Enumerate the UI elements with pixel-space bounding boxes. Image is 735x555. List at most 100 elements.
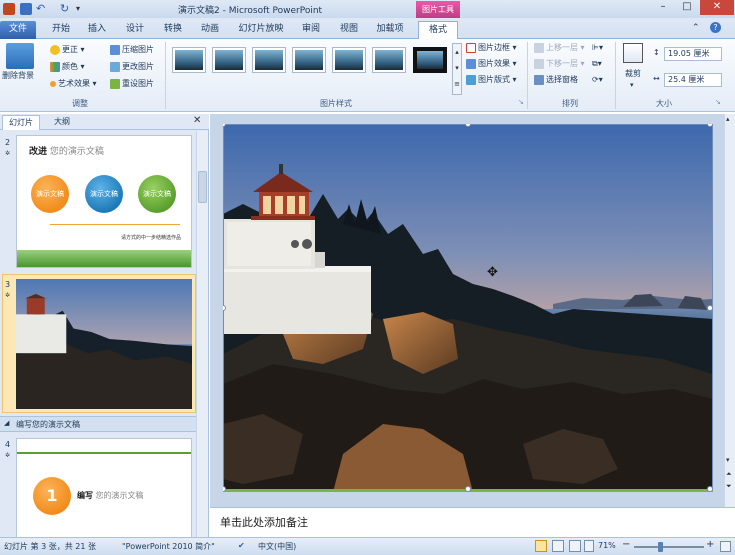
send-backward-button[interactable]: 下移一层 ▾	[534, 57, 585, 71]
picture-style-3[interactable]	[252, 47, 286, 73]
tab-insert[interactable]: 插入	[84, 21, 110, 39]
scroll-down-icon[interactable]: ▾	[726, 456, 730, 464]
slide-canvas[interactable]: ✥	[223, 124, 713, 492]
slide2-title-rest: 您的演示文稿	[47, 147, 104, 157]
reset-picture-button[interactable]: 重设图片	[110, 77, 154, 91]
section-header[interactable]: ◢ 编写您的演示文稿	[0, 416, 196, 432]
panel-tabs: 幻灯片 大纲 ✕	[0, 114, 209, 130]
slide-thumbnail-2[interactable]: 改进 您的演示文稿 演示文稿 演示文稿 演示文稿 请方式的中一步结精选作品	[16, 135, 192, 268]
tab-outline[interactable]: 大纲	[48, 115, 76, 130]
tab-review[interactable]: 审阅	[298, 21, 324, 39]
reading-view-icon[interactable]	[569, 540, 581, 552]
zoom-level[interactable]: 71%	[598, 541, 616, 550]
close-panel-icon[interactable]: ✕	[193, 115, 201, 126]
tab-transitions[interactable]: 转换	[160, 21, 186, 39]
resize-handle-se[interactable]	[707, 486, 713, 492]
zoom-slider-thumb[interactable]	[658, 542, 663, 552]
bring-forward-button[interactable]: 上移一层 ▾	[534, 41, 585, 55]
height-field[interactable]: 19.05 厘米	[664, 47, 722, 61]
slide2-circle-orange: 演示文稿	[31, 175, 69, 213]
picture-layout-button[interactable]: 图片版式 ▾	[466, 73, 517, 87]
rotate-icon[interactable]: ⟳▾	[592, 73, 603, 87]
tab-view[interactable]: 视图	[336, 21, 362, 39]
lighthouse-photo[interactable]	[223, 124, 713, 492]
slide-number: 4	[5, 440, 11, 449]
connector-line	[50, 224, 180, 225]
tab-slides[interactable]: 幻灯片	[2, 115, 40, 130]
tab-addins[interactable]: 加载项	[372, 21, 408, 39]
slide-thumbnail-4[interactable]: 1 编写 您的演示文稿	[16, 438, 192, 540]
slide2-title: 改进 您的演示文稿	[29, 144, 104, 157]
dialog-launcher-icon[interactable]: ↘	[518, 98, 524, 106]
notes-placeholder[interactable]: 单击此处添加备注	[220, 514, 308, 530]
slideshow-view-icon[interactable]	[584, 540, 594, 552]
tab-design[interactable]: 设计	[122, 21, 148, 39]
customize-quick-access-icon[interactable]: ▾	[76, 3, 88, 15]
zoom-out-icon[interactable]: −	[622, 539, 630, 550]
maximize-button[interactable]: □	[675, 0, 699, 15]
tab-animations[interactable]: 动画	[197, 21, 223, 39]
change-picture-button[interactable]: 更改图片	[110, 60, 154, 74]
artistic-effects-button[interactable]: 艺术效果 ▾	[50, 77, 97, 91]
bring-forward-icon	[534, 42, 544, 53]
previous-slide-icon[interactable]: ⏶	[726, 470, 732, 479]
resize-handle-s[interactable]	[465, 486, 471, 492]
tab-home[interactable]: 开始	[48, 21, 74, 39]
zoom-slider[interactable]	[634, 546, 704, 548]
tab-format[interactable]: 格式	[418, 21, 458, 40]
picture-style-2[interactable]	[212, 47, 246, 73]
grass-graphic	[17, 250, 191, 267]
slides-panel: 幻灯片 大纲 ✕ 2 ✲ 改进 您的演示文稿 演示文稿 演示文稿 演示文稿 请方…	[0, 114, 209, 540]
slide-thumbnail-3[interactable]	[16, 279, 192, 409]
picture-effects-icon	[466, 58, 476, 69]
selection-pane-button[interactable]: 选择窗格	[534, 73, 578, 87]
align-icon[interactable]: ⊫▾	[592, 41, 603, 55]
picture-style-5[interactable]	[332, 47, 366, 73]
undo-icon[interactable]: ↶	[36, 3, 48, 15]
editor-scrollbar[interactable]: ▴ ▾ ⏶ ⏷	[724, 114, 735, 507]
picture-effects-button[interactable]: 图片效果 ▾	[466, 57, 517, 71]
help-icon[interactable]: ?	[710, 22, 721, 33]
color-button[interactable]: 颜色 ▾	[50, 60, 85, 74]
scroll-up-icon[interactable]: ▴	[726, 115, 730, 123]
tab-slideshow[interactable]: 幻灯片放映	[236, 21, 286, 39]
picture-border-button[interactable]: 图片边框 ▾	[466, 41, 517, 55]
scrollbar-thumb[interactable]	[198, 171, 207, 203]
next-slide-icon[interactable]: ⏷	[726, 482, 732, 491]
zoom-in-icon[interactable]: +	[706, 539, 714, 550]
tab-file[interactable]: 文件	[0, 21, 36, 39]
picture-style-1[interactable]	[172, 47, 206, 73]
normal-view-icon[interactable]	[535, 540, 547, 552]
spellcheck-icon[interactable]: ✔	[238, 541, 245, 550]
remove-background-button[interactable]: 删除背景	[2, 69, 34, 83]
picture-style-7[interactable]	[413, 47, 447, 73]
corrections-label: 更正	[62, 45, 78, 54]
picture-style-4[interactable]	[292, 47, 326, 73]
compress-pictures-button[interactable]: 压缩图片	[110, 43, 154, 57]
crop-icon[interactable]	[623, 43, 643, 63]
minimize-ribbon-icon[interactable]: ⌃	[692, 23, 700, 33]
fit-to-window-icon[interactable]	[720, 541, 731, 552]
slide-sorter-icon[interactable]	[552, 540, 564, 552]
theme-name-status[interactable]: "PowerPoint 2010 简介"	[122, 541, 215, 552]
resize-handle-e[interactable]	[707, 305, 713, 311]
slides-scrollbar[interactable]	[196, 131, 208, 540]
picture-style-6[interactable]	[372, 47, 406, 73]
corrections-button[interactable]: 更正 ▾	[50, 43, 85, 57]
dropdown-arrow-icon: ▾	[510, 43, 517, 52]
group-objects-icon[interactable]: ⧉▾	[592, 57, 602, 71]
save-icon[interactable]	[20, 3, 32, 15]
minimize-button[interactable]: –	[651, 0, 675, 15]
crop-button[interactable]: 裁剪	[625, 67, 641, 81]
compress-icon	[110, 44, 120, 55]
notes-pane[interactable]: 单击此处添加备注	[210, 507, 735, 537]
dropdown-arrow-icon: ▾	[90, 79, 97, 88]
close-button[interactable]: ✕	[700, 0, 734, 15]
dialog-launcher-icon[interactable]: ↘	[715, 98, 721, 106]
width-field[interactable]: 25.4 厘米	[664, 73, 722, 87]
language-status[interactable]: 中文(中国)	[258, 541, 296, 552]
remove-background-icon[interactable]	[6, 43, 34, 69]
redo-icon[interactable]: ↻	[60, 3, 72, 15]
picture-effects-label: 图片效果	[478, 59, 510, 68]
gallery-scroll[interactable]: ▴ ▾ ≡	[452, 43, 462, 95]
